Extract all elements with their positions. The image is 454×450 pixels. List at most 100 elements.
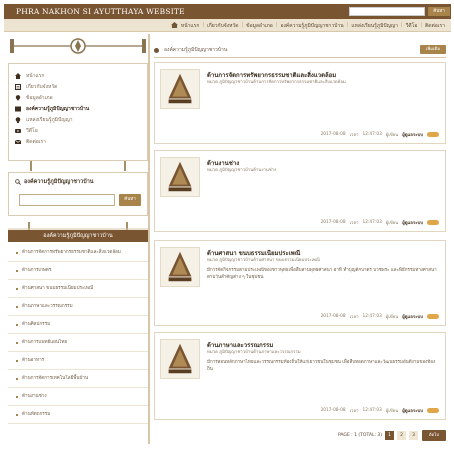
sidebar-search-label: องค์ความรู้ภูมิปัญญาชาวบ้าน (24, 179, 94, 185)
sidebar-item-video[interactable]: วีดีโอ (15, 125, 147, 136)
article-card: ด้านการจัดการทรัพยากรธรรมชาติและสิ่งแวดล… (154, 62, 446, 144)
bullet-icon (16, 395, 18, 398)
page-info: PAGE : 1 (TOTAL: 3) (338, 433, 383, 438)
main-menu: หน้าแรก | เกี่ยวกับจังหวัด | ข้อมูลอำเภอ | … (170, 22, 445, 30)
page-3-button[interactable]: 3 (409, 431, 419, 440)
bullet-icon (16, 359, 18, 362)
home-icon[interactable] (170, 22, 178, 28)
article-date: 2017-08-08 (320, 314, 346, 319)
bullet-icon (16, 341, 18, 344)
article-category: หมวด ภูมิปัญญาชาวบ้านด้านการจัดการทรัพยา… (207, 80, 346, 85)
sidebar-item-label: ติดต่อเรา (26, 138, 46, 145)
article-category: หมวด ภูมิปัญญาชาวบ้านด้านศาสนา ขนบธรรมเน… (207, 258, 320, 263)
lightbulb-icon (15, 116, 21, 123)
pagination: PAGE : 1 (TOTAL: 3) 1 2 3 (338, 431, 419, 440)
article-thumbnail[interactable] (160, 247, 200, 287)
sidebar-item-label: ข้อมูลอำเภอ (26, 94, 53, 101)
read-more-button[interactable] (427, 220, 439, 225)
more-button[interactable]: เพิ่มเติม (420, 45, 446, 54)
menu-item-video[interactable]: วีดีโอ (406, 22, 418, 30)
pillar-ornament (30, 161, 32, 171)
top-search-button[interactable]: ค้นหา (428, 7, 450, 16)
sidebar-item-contact[interactable]: ติดต่อเรา (15, 136, 147, 147)
site-title[interactable]: PHRA NAKHON SI AYUTTHAYA WEBSITE (16, 7, 185, 16)
sidebar-item-label: แหล่งเรียนรู้ภูมิปัญญา (26, 116, 73, 123)
bullet-icon (16, 269, 18, 272)
article-time: 12:47:03 (362, 220, 382, 225)
category-label: ด้านศิลปกรรม (22, 322, 51, 327)
article-category: หมวด ภูมิปัญญาชาวบ้านด้านงานช่าง (207, 168, 277, 173)
article-description: มีการจัดกิจกรรมตามประเพณีของชาวพุทธเพื่อ… (207, 268, 437, 280)
page-1-button[interactable]: 1 (385, 431, 395, 440)
menu-item-contact[interactable]: ติดต่อเรา (425, 22, 445, 30)
breadcrumb-text[interactable]: องค์ความรู้ภูมิปัญญาชาวบ้าน (164, 46, 227, 54)
sidebar-item-label: หน้าแรก (26, 72, 45, 79)
sidebar-item-about[interactable]: เกี่ยวกับจังหวัด (15, 81, 147, 92)
article-thumbnail[interactable] (160, 69, 200, 109)
main-menu-bar: หน้าแรก | เกี่ยวกับจังหวัด | ข้อมูลอำเภอ | … (4, 19, 451, 32)
category-item[interactable]: ด้านงานช่าง (8, 388, 148, 406)
article-time: 12:47:03 (362, 314, 382, 319)
bullet-icon (16, 413, 18, 416)
sidebar-search-button[interactable]: ค้นหา (119, 194, 141, 206)
time-label: เวลา (349, 221, 359, 226)
article-date: 2017-08-08 (320, 408, 346, 413)
category-item[interactable]: ด้านการจัดการทรัพยากรธรรมชาติและสิ่งแวดล… (8, 244, 148, 262)
sidebar-item-home[interactable]: หน้าแรก (15, 70, 147, 81)
read-more-button[interactable] (427, 408, 439, 413)
author-label: ผู้เขียน (385, 133, 399, 138)
sidebar-item-learning-sources[interactable]: แหล่งเรียนรู้ภูมิปัญญา (15, 114, 147, 125)
bullet-icon (16, 287, 18, 290)
menu-item-about[interactable]: เกี่ยวกับจังหวัด (207, 22, 238, 30)
next-page-button[interactable]: ถัดไป (422, 430, 446, 441)
sidebar-search-input[interactable] (19, 194, 115, 206)
category-item[interactable]: ด้านการจัดการเทคโนโลยีพื้นบ้าน (8, 370, 148, 388)
menu-item-home[interactable]: หน้าแรก (181, 22, 199, 30)
bullet-icon (16, 251, 18, 254)
read-more-button[interactable] (427, 314, 439, 319)
read-more-button[interactable] (427, 132, 439, 137)
article-card: ด้านศาสนา ขนบธรรมเนียมประเพณี หมวด ภูมิป… (154, 240, 446, 326)
article-date: 2017-08-08 (320, 132, 346, 137)
category-item[interactable]: ด้านภาษาและวรรณกรรม (8, 298, 148, 316)
article-footer: 2017-08-08 เวลา 12:47:03 ผู้เขียน ผู้ดูแ… (321, 407, 439, 414)
article-thumbnail[interactable] (160, 339, 200, 379)
category-label: ด้านหัตถกรรม (22, 412, 51, 417)
column-divider (148, 34, 150, 444)
menu-item-knowledge[interactable]: องค์ความรู้ภูมิปัญญาชาวบ้าน (280, 22, 343, 30)
category-item[interactable]: ด้านหัตถกรรม (8, 406, 148, 424)
category-item[interactable]: ด้านอาหาร (8, 352, 148, 370)
sidebar-nav: หน้าแรก เกี่ยวกับจังหวัด ข้อมูลอำเภอ องค… (8, 63, 148, 161)
article-category: หมวด ภูมิปัญญาชาวบ้านด้านภาษาและวรรณกรรม (207, 350, 301, 355)
bullet-icon (16, 377, 18, 380)
menu-item-learning-sources[interactable]: แหล่งเรียนรู้ภูมิปัญญา (351, 22, 398, 30)
menu-item-districts[interactable]: ข้อมูลอำเภอ (246, 22, 273, 30)
article-card: ด้านงานช่าง หมวด ภูมิปัญญาชาวบ้านด้านงาน… (154, 150, 446, 232)
category-item[interactable]: ด้านการเกษตร (8, 262, 148, 280)
article-author: ผู้ดูแลระบบ (402, 221, 423, 226)
page-2-button[interactable]: 2 (397, 431, 407, 440)
article-footer: 2017-08-08 เวลา 12:47:03 ผู้เขียน ผู้ดูแ… (321, 219, 439, 226)
menu-separator: | (400, 22, 403, 28)
sidebar-item-label: องค์ความรู้ภูมิปัญญาชาวบ้าน (26, 105, 90, 112)
article-time: 12:47:03 (362, 408, 382, 413)
breadcrumb-divider (154, 57, 446, 58)
category-label: ด้านการจัดการเทคโนโลยีพื้นบ้าน (22, 376, 89, 381)
article-footer: 2017-08-08 เวลา 12:47:03 ผู้เขียน ผู้ดูแ… (321, 131, 439, 138)
article-thumbnail[interactable] (160, 157, 200, 197)
sidebar-item-districts[interactable]: ข้อมูลอำเภอ (15, 92, 147, 103)
sidebar-item-knowledge[interactable]: องค์ความรู้ภูมิปัญญาชาวบ้าน (15, 103, 147, 114)
menu-separator: | (241, 22, 244, 28)
article-author: ผู้ดูแลระบบ (402, 133, 423, 138)
author-label: ผู้เขียน (385, 315, 399, 320)
article-card: ด้านภาษาและวรรณกรรม หมวด ภูมิปัญญาชาวบ้า… (154, 332, 446, 420)
category-label: ด้านอาหาร (22, 358, 45, 363)
category-item[interactable]: ด้านศิลปกรรม (8, 316, 148, 334)
time-label: เวลา (349, 315, 359, 320)
top-search-input[interactable] (349, 7, 425, 16)
article-description: มีการสอนหลักภาษาไทยและวรรณกรรมท้องถิ่นให… (207, 360, 436, 372)
category-item[interactable]: ด้านการแพทย์แผนไทย (8, 334, 148, 352)
menu-separator: | (420, 22, 423, 28)
category-item[interactable]: ด้านศาสนา ขนบธรรมเนียมประเพณี (8, 280, 148, 298)
bullet-icon (16, 323, 18, 326)
